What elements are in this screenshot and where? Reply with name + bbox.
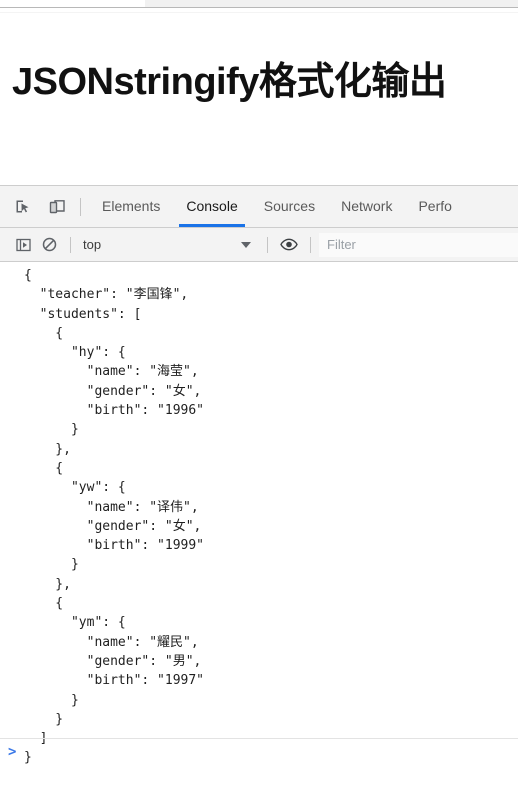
- tab-performance[interactable]: Perfo: [405, 186, 464, 227]
- chevron-down-icon: [241, 241, 251, 248]
- browser-tab-strip-fragment: [145, 0, 518, 7]
- clear-console-glyph: [42, 237, 56, 252]
- filter-divider-1: [70, 236, 71, 253]
- clear-console-icon[interactable]: [36, 233, 62, 257]
- live-expression-eye-icon[interactable]: [276, 233, 302, 257]
- browser-chrome-divider: [0, 7, 518, 8]
- sidebar-toggle-glyph: [15, 238, 31, 251]
- console-context-value: top: [83, 237, 102, 252]
- eye-glyph: [280, 238, 298, 251]
- filter-divider-3: [310, 236, 311, 253]
- toolbar-divider: [80, 197, 81, 216]
- console-prompt-row[interactable]: >: [0, 738, 518, 765]
- console-prompt-arrow-icon: >: [8, 744, 17, 760]
- web-page-content: JSONstringify格式化输出: [0, 13, 518, 185]
- devtools-tabbar: Elements Console Sources Network Perfo: [0, 186, 518, 228]
- console-output-area[interactable]: { "teacher": "李国锋", "students": [ { "hy"…: [0, 262, 518, 765]
- inspect-element-icon[interactable]: [8, 193, 38, 221]
- tab-sources[interactable]: Sources: [251, 186, 328, 227]
- console-filter-bar: top: [0, 228, 518, 262]
- devtools-panel: Elements Console Sources Network Perfo t…: [0, 185, 518, 809]
- console-message: { "teacher": "李国锋", "students": [ { "hy"…: [0, 262, 518, 765]
- tab-network[interactable]: Network: [328, 186, 405, 227]
- browser-top-strip: [0, 0, 518, 7]
- inspect-element-glyph: [16, 200, 29, 212]
- device-toolbar-glyph: [49, 199, 65, 213]
- device-toolbar-icon[interactable]: [42, 193, 72, 221]
- console-json-output: { "teacher": "李国锋", "students": [ { "hy"…: [24, 268, 205, 765]
- tab-console[interactable]: Console: [173, 186, 250, 227]
- page-title: JSONstringify格式化输出: [12, 61, 447, 104]
- console-context-selector[interactable]: top: [79, 234, 259, 256]
- filter-divider-2: [267, 236, 268, 253]
- console-filter-input[interactable]: [319, 232, 518, 257]
- console-sidebar-toggle-icon[interactable]: [10, 233, 36, 257]
- tab-elements[interactable]: Elements: [89, 186, 173, 227]
